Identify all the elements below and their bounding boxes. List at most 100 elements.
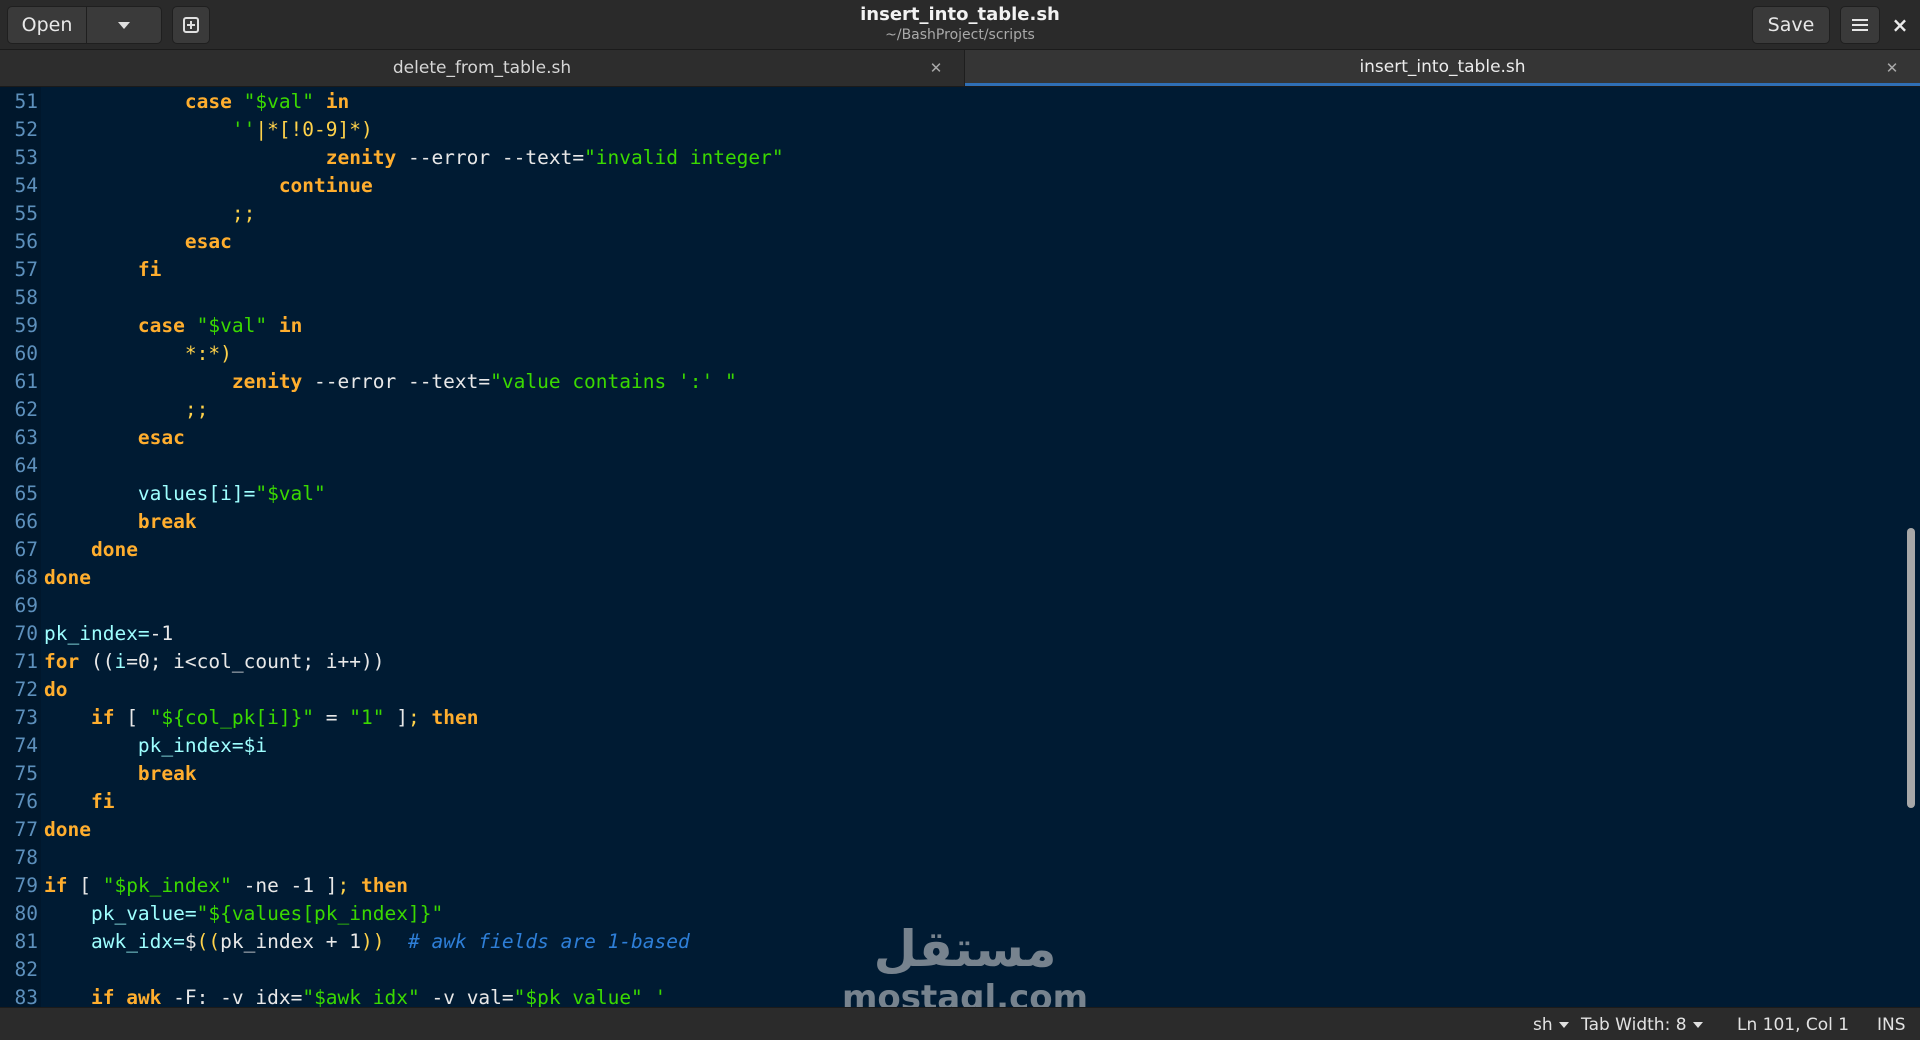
code-line[interactable]: 77 done bbox=[0, 816, 1900, 844]
code-token: -ne -1 ] bbox=[231, 874, 338, 897]
line-number: 64 bbox=[14, 454, 38, 477]
new-tab-button[interactable] bbox=[172, 6, 210, 44]
watermark: مستقل mostaql.com bbox=[840, 920, 1090, 1018]
code-token: ;; bbox=[184, 398, 209, 421]
line-number: 76 bbox=[14, 790, 38, 813]
code-line[interactable]: 73 if [ "${col_pk[i]}" = "1" ]; then bbox=[0, 704, 1900, 732]
code-text: zenity --error --text="value contains ':… bbox=[44, 368, 737, 396]
scrollbar-thumb[interactable] bbox=[1907, 528, 1915, 808]
open-button[interactable]: Open bbox=[8, 7, 87, 43]
close-icon: × bbox=[1891, 13, 1909, 37]
line-number: 69 bbox=[14, 594, 38, 617]
code-line[interactable]: 62 ;; bbox=[0, 396, 1900, 424]
cursor-position[interactable]: Ln 101, Col 1 bbox=[1737, 1014, 1849, 1036]
code-line[interactable]: 74 pk_index=$i bbox=[0, 732, 1900, 760]
code-line[interactable]: 58 bbox=[0, 284, 1900, 312]
code-token: (( bbox=[79, 650, 115, 673]
code-line[interactable]: 76 fi bbox=[0, 788, 1900, 816]
code-token: "$val" bbox=[196, 314, 268, 337]
code-line[interactable]: 71 for ((i=0; i<col_count; i++)) bbox=[0, 648, 1900, 676]
code-line[interactable]: 79 if [ "$pk_index" -ne -1 ]; then bbox=[0, 872, 1900, 900]
insert-mode-indicator[interactable]: INS bbox=[1877, 1014, 1906, 1036]
tab-width-selector[interactable]: Tab Width: 8 bbox=[1581, 1014, 1703, 1036]
code-text: ;; bbox=[44, 200, 255, 228]
line-number: 65 bbox=[14, 482, 38, 505]
code-text: *:*) bbox=[44, 340, 232, 368]
code-token: "${values[pk_index]}" bbox=[196, 902, 444, 925]
code-text: done bbox=[44, 816, 91, 844]
code-token: if bbox=[90, 986, 115, 1007]
code-line[interactable]: 72 do bbox=[0, 676, 1900, 704]
code-token: break bbox=[137, 762, 197, 785]
code-line[interactable]: 65 values[i]="$val" bbox=[0, 480, 1900, 508]
watermark-arabic-text: مستقل bbox=[873, 920, 1057, 978]
code-token: -F: -v idx= bbox=[161, 986, 303, 1007]
code-token: = bbox=[314, 706, 350, 729]
code-editor[interactable]: 51 case "$val" in 52 ''|*[!0-9]*) 53 zenit… bbox=[0, 87, 1920, 1007]
code-text: values[i]="$val" bbox=[44, 480, 326, 508]
save-button[interactable]: Save bbox=[1752, 6, 1830, 44]
code-line[interactable]: 66 break bbox=[0, 508, 1900, 536]
code-line[interactable]: 67 done bbox=[0, 536, 1900, 564]
tab-insert-into-table[interactable]: insert_into_table.sh ✕ bbox=[965, 50, 1920, 86]
language-label: sh bbox=[1533, 1015, 1553, 1035]
code-token: in bbox=[325, 90, 350, 113]
code-token: '' bbox=[231, 118, 256, 141]
code-token: done bbox=[44, 566, 91, 589]
code-line[interactable]: 55 ;; bbox=[0, 200, 1900, 228]
code-line[interactable]: 64 bbox=[0, 452, 1900, 480]
open-button-group: Open bbox=[7, 6, 162, 44]
line-number: 55 bbox=[14, 202, 38, 225]
line-number: 63 bbox=[14, 426, 38, 449]
tab-delete-from-table[interactable]: delete_from_table.sh ✕ bbox=[0, 50, 964, 86]
code-line[interactable]: 60 *:*) bbox=[0, 340, 1900, 368]
code-token: in bbox=[278, 314, 303, 337]
code-token: pk_value= bbox=[90, 902, 197, 925]
code-line[interactable]: 52 ''|*[!0-9]*) bbox=[0, 116, 1900, 144]
menu-button[interactable] bbox=[1840, 6, 1880, 44]
code-text: done bbox=[44, 536, 138, 564]
close-icon[interactable]: ✕ bbox=[1882, 58, 1902, 78]
window-title: insert_into_table.sh bbox=[860, 4, 1060, 25]
code-line[interactable]: 63 esac bbox=[0, 424, 1900, 452]
code-text: if awk -F: -v idx="$awk_idx" -v val="$pk… bbox=[44, 984, 666, 1007]
close-icon[interactable]: ✕ bbox=[926, 58, 946, 78]
line-number: 57 bbox=[14, 258, 38, 281]
language-selector[interactable]: sh bbox=[1533, 1014, 1569, 1036]
code-line[interactable]: 78 bbox=[0, 844, 1900, 872]
code-token: [ bbox=[67, 874, 103, 897]
code-token: fi bbox=[137, 258, 162, 281]
code-line[interactable]: 51 case "$val" in bbox=[0, 88, 1900, 116]
code-token: --error --text= bbox=[302, 370, 491, 393]
open-dropdown-button[interactable] bbox=[86, 7, 161, 43]
code-line[interactable]: 75 break bbox=[0, 760, 1900, 788]
code-line[interactable]: 70 pk_index=-1 bbox=[0, 620, 1900, 648]
code-text: zenity --error --text="invalid integer" bbox=[44, 144, 784, 172]
code-line[interactable]: 69 bbox=[0, 592, 1900, 620]
line-number: 82 bbox=[14, 958, 38, 981]
line-number: 59 bbox=[14, 314, 38, 337]
line-number: 79 bbox=[14, 874, 38, 897]
code-token: -v val= bbox=[419, 986, 514, 1007]
code-line[interactable]: 68 done bbox=[0, 564, 1900, 592]
header-bar: Open insert_into_table.sh ~/BashProject/… bbox=[0, 0, 1920, 50]
code-line[interactable]: 54 continue bbox=[0, 172, 1900, 200]
code-line[interactable]: 57 fi bbox=[0, 256, 1900, 284]
code-token: ; bbox=[337, 874, 350, 897]
code-line[interactable]: 56 esac bbox=[0, 228, 1900, 256]
code-token: ] bbox=[384, 706, 409, 729]
code-line[interactable]: 53 zenity --error --text="invalid intege… bbox=[0, 144, 1900, 172]
code-line[interactable]: 59 case "$val" in bbox=[0, 312, 1900, 340]
code-line[interactable]: 61 zenity --error --text="value contains… bbox=[0, 368, 1900, 396]
close-window-button[interactable]: × bbox=[1884, 6, 1916, 44]
